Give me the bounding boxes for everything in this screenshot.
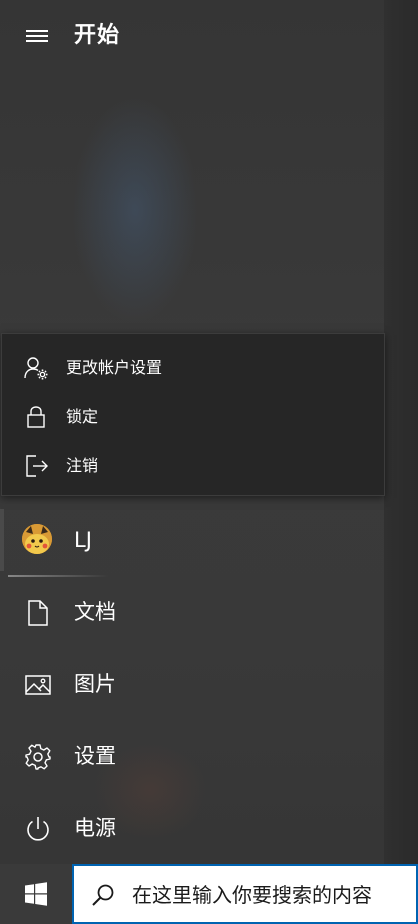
power-label: 电源 [74, 816, 116, 840]
search-box[interactable]: 在这里输入你要搜索的内容 [72, 864, 418, 924]
user-name: LJ [74, 528, 92, 552]
tiles-area-edge [384, 0, 418, 864]
power-icon [27, 817, 49, 841]
pictures-icon [25, 675, 51, 695]
divider [8, 575, 108, 577]
taskbar: 在这里输入你要搜索的内容 [0, 864, 418, 924]
hamburger-icon[interactable] [22, 22, 54, 50]
power-button[interactable]: 电源 [0, 796, 384, 860]
search-placeholder: 在这里输入你要搜索的内容 [132, 883, 372, 907]
change-account-settings-label: 更改帐户设置 [66, 358, 163, 377]
change-account-settings-button[interactable]: 更改帐户设置 [2, 344, 384, 392]
documents-button[interactable]: 文档 [0, 580, 384, 644]
lock-label: 锁定 [66, 407, 99, 426]
document-icon [28, 600, 48, 626]
sign-out-button[interactable]: 注销 [2, 442, 384, 490]
gear-icon [25, 744, 51, 770]
documents-label: 文档 [74, 600, 116, 624]
lock-icon [27, 406, 45, 428]
start-button[interactable] [0, 864, 72, 924]
user-settings-icon [24, 357, 48, 380]
lock-button[interactable]: 锁定 [2, 393, 384, 441]
pictures-button[interactable]: 图片 [0, 652, 384, 716]
settings-button[interactable]: 设置 [0, 724, 384, 788]
user-account-button[interactable]: LJ [0, 508, 384, 572]
pictures-label: 图片 [74, 672, 116, 696]
start-menu-header: 开始 [0, 0, 384, 72]
sign-out-icon [26, 455, 48, 477]
account-flyout: 更改帐户设置 锁定 注销 [1, 333, 385, 496]
settings-label: 设置 [74, 744, 116, 768]
start-menu-title: 开始 [74, 23, 121, 48]
search-icon [92, 884, 114, 906]
windows-logo-icon [25, 882, 47, 906]
sign-out-label: 注销 [66, 456, 99, 475]
avatar [22, 524, 52, 554]
